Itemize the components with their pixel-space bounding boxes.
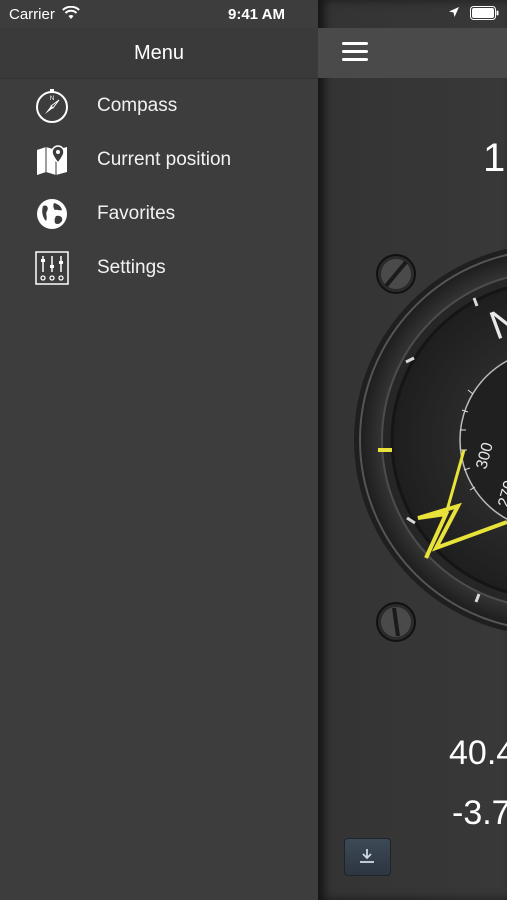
longitude-readout: -3.7 <box>452 794 507 832</box>
hamburger-menu-icon[interactable] <box>342 40 370 64</box>
latitude-readout: 40.4 <box>449 734 507 772</box>
screw-top-icon <box>376 254 416 294</box>
location-arrow-icon <box>449 7 459 17</box>
menu-item-settings[interactable]: Settings <box>0 242 318 296</box>
compass-icon: N <box>36 89 68 123</box>
status-bar: Carrier 9:41 AM <box>0 0 318 28</box>
heading-readout: 1 <box>483 136 506 180</box>
sliders-icon <box>35 251 69 285</box>
globe-icon <box>37 199 67 229</box>
wifi-icon <box>62 6 80 19</box>
menu-item-label: Current position <box>97 149 232 170</box>
battery-icon <box>470 6 499 20</box>
menu-item-favorites[interactable]: Favorites <box>0 188 318 242</box>
side-menu: Carrier 9:41 AM Menu N Compass Current p… <box>0 0 318 900</box>
menu-item-label: Favorites <box>97 203 176 224</box>
compass-dial[interactable]: N 300 270 <box>318 240 507 660</box>
status-time: 9:41 AM <box>228 6 285 23</box>
menu-item-label: Compass <box>97 95 178 116</box>
carrier-label: Carrier <box>9 6 55 23</box>
nav-bar <box>318 28 507 78</box>
menu-item-current-position[interactable]: Current position <box>0 134 318 188</box>
map-pin-icon <box>37 145 67 175</box>
menu-list: N Compass Current position Favorites Set… <box>0 80 318 296</box>
screw-bottom-icon <box>376 602 416 642</box>
download-button[interactable] <box>344 838 391 876</box>
menu-title: Menu <box>133 42 185 64</box>
compass-view: 1 N 300 270 40.4 -3.7 <box>318 0 507 900</box>
status-bar-right <box>318 0 507 28</box>
menu-header: Menu <box>0 28 318 79</box>
menu-item-compass[interactable]: N Compass <box>0 80 318 134</box>
svg-text:N: N <box>50 96 54 102</box>
menu-item-label: Settings <box>97 257 166 278</box>
download-icon <box>360 849 374 863</box>
